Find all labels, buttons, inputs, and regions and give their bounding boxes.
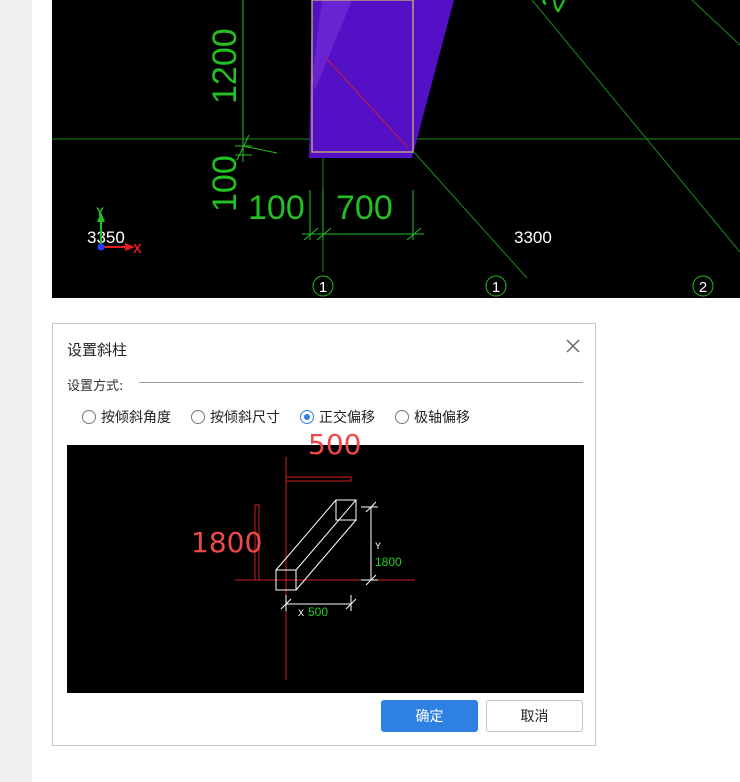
preview-y-axis-label: Y: [375, 542, 381, 553]
section-divider: [139, 382, 583, 383]
close-icon[interactable]: [563, 336, 583, 356]
preview-x-value-label: 500: [308, 428, 362, 461]
ok-button[interactable]: 确定: [381, 700, 478, 732]
grid-bubble-1-label: 1: [319, 279, 327, 296]
preview-dimensions: [280, 501, 378, 611]
grid-bubble-2-label: 2: [699, 279, 707, 296]
preview-x-small-value: 500: [308, 605, 328, 619]
radio-orthogonal-offset-circle[interactable]: [300, 410, 314, 424]
grid-bubble-2[interactable]: 2: [692, 275, 714, 297]
dialog-title: 设置斜柱: [67, 341, 128, 359]
preview-y-value-label: 1800: [191, 526, 263, 559]
preview-y-small-value: 1800: [375, 555, 402, 569]
ucs-x-label: X: [133, 241, 142, 256]
cad-canvas[interactable]: 1200 100 2 100 700 3300 3350 Y X 1 1 2: [52, 0, 740, 298]
grid-bubble-1b[interactable]: 1: [485, 275, 507, 297]
radio-by-size-label: 按倾斜尺寸: [210, 410, 280, 426]
x-offset-bar: [285, 476, 352, 482]
cancel-button[interactable]: 取消: [486, 700, 583, 732]
grid-bubble-1[interactable]: 1: [312, 275, 334, 297]
left-panel-strip: [0, 0, 32, 782]
radio-by-size-circle[interactable]: [191, 410, 205, 424]
radio-by-size[interactable]: 按倾斜尺寸: [191, 407, 280, 427]
radio-polar-offset[interactable]: 极轴偏移: [395, 407, 470, 427]
preview-x-axis-label: X: [298, 609, 304, 620]
cad-viewport[interactable]: 1200 100 2 100 700 3300 3350 Y X 1 1 2: [52, 0, 740, 298]
radio-polar-offset-circle[interactable]: [395, 410, 409, 424]
dim-partial-top-label: 2: [535, 0, 572, 17]
radio-polar-offset-label: 极轴偏移: [414, 410, 470, 426]
radio-by-angle-circle[interactable]: [82, 410, 96, 424]
dim-1200-label: 1200: [206, 28, 244, 104]
dim-700-label: 700: [336, 189, 393, 227]
radio-orthogonal-offset-label: 正交偏移: [319, 410, 375, 426]
setting-mode-radio-group: 按倾斜角度 按倾斜尺寸 正交偏移 极轴偏移: [82, 407, 490, 427]
column-wireframe: [275, 499, 357, 591]
dim-3300-label: 3300: [514, 228, 552, 247]
dim-100-vertical-label: 100: [206, 155, 244, 212]
ucs-y-label: Y: [96, 205, 104, 219]
grid-bubble-1b-label: 1: [492, 279, 500, 296]
set-inclined-column-dialog: 设置斜柱 设置方式: 按倾斜角度 按倾斜尺寸 正交偏移 极轴偏移 X 500 Y…: [52, 323, 596, 746]
radio-by-angle-label: 按倾斜角度: [101, 410, 171, 426]
radio-by-angle[interactable]: 按倾斜角度: [82, 407, 171, 427]
preview-canvas: X 500 Y 1800 500 1800: [67, 431, 584, 693]
setting-mode-label: 设置方式:: [67, 379, 124, 394]
radio-orthogonal-offset[interactable]: 正交偏移: [300, 407, 375, 427]
dim-3350-label: 3350: [87, 228, 125, 247]
dim-100-label: 100: [248, 189, 305, 227]
